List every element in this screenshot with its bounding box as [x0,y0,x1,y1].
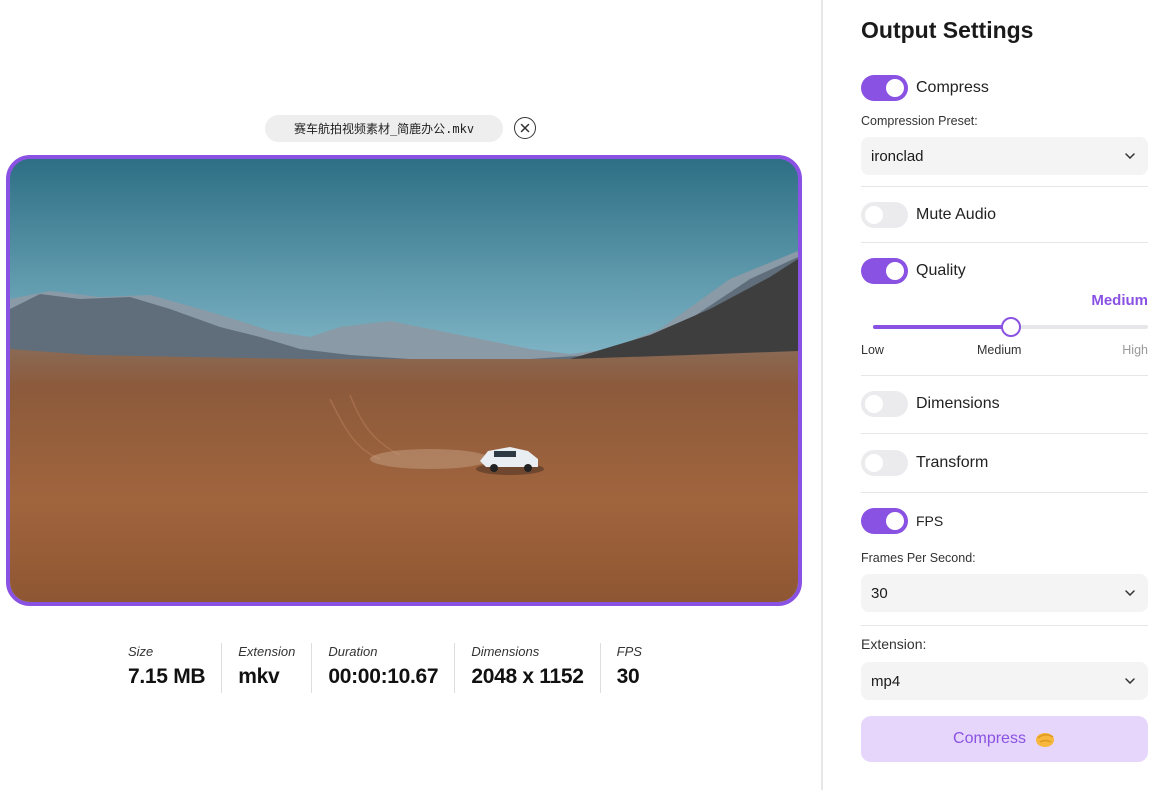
stat-value: 30 [616,665,640,688]
toggle-knob [865,206,883,224]
quality-value: Medium [1091,292,1148,309]
dimensions-toggle[interactable]: Dimensions [861,391,1000,417]
output-settings-panel: Output Settings Compress Compression Pre… [843,0,1161,790]
compress-toggle[interactable]: Compress [861,75,989,101]
tick-high: High [1122,343,1148,357]
toggle-switch[interactable] [861,508,908,534]
preview-area: 赛车航拍视频素材_简鹿办公.mkv Size 7.15 MB Extension… [0,0,820,790]
stat-value: mkv [238,665,280,688]
select-value: mp4 [871,672,901,690]
divider [861,492,1148,493]
toggle-switch[interactable] [861,450,908,476]
divider [861,375,1148,376]
select-value: ironclad [871,147,924,165]
frames-per-second-label: Frames Per Second: [861,551,976,565]
slider-fill [873,325,1011,329]
stat-dimensions: Dimensions 2048 x 1152 [454,643,599,693]
compress-button[interactable]: Compress [861,716,1148,762]
slider-thumb[interactable] [1001,317,1021,337]
file-stats: Size 7.15 MB Extension mkv Duration 00:0… [112,643,658,693]
fps-toggle[interactable]: FPS [861,508,943,534]
stat-extension: Extension mkv [221,643,311,693]
quality-toggle[interactable]: Quality [861,258,966,284]
toggle-knob [865,454,883,472]
remove-file-button[interactable] [514,117,536,139]
extension-label: Extension: [861,636,927,652]
file-name-chip: 赛车航拍视频素材_简鹿办公.mkv [265,115,503,142]
panel-title: Output Settings [861,17,1034,43]
transform-toggle[interactable]: Transform [861,450,988,476]
video-preview[interactable] [6,155,802,606]
stat-label: Size [128,644,154,659]
toggle-switch[interactable] [861,75,908,101]
close-circle-icon [520,123,530,133]
extension-select[interactable]: mp4 [861,662,1148,700]
toggle-label: Quality [916,262,966,279]
chevron-down-icon [1124,150,1136,162]
select-value: 30 [871,584,888,602]
tick-low: Low [861,343,884,357]
video-thumbnail [10,159,798,602]
mute-audio-toggle[interactable]: Mute Audio [861,202,996,228]
toggle-label: Mute Audio [916,206,997,223]
divider [861,242,1148,243]
toggle-switch[interactable] [861,202,908,228]
toggle-knob [865,395,883,413]
toggle-label: Compress [916,79,989,96]
toggle-label: Transform [916,454,989,471]
compress-button-label: Compress [953,730,1026,747]
toggle-label: FPS [916,513,944,529]
compression-preset-label: Compression Preset: [861,114,978,128]
toggle-knob [886,262,904,280]
toggle-switch[interactable] [861,258,908,284]
stat-value: 7.15 MB [128,665,206,688]
file-name: 赛车航拍视频素材_简鹿办公.mkv [293,122,475,136]
compression-preset-select[interactable]: ironclad [861,137,1148,175]
stat-value: 2048 x 1152 [471,665,584,688]
stat-label: Duration [328,644,378,659]
stat-label: FPS [616,644,642,659]
pointing-hand-icon [1034,728,1056,750]
chevron-down-icon [1124,675,1136,687]
panel-divider [821,0,823,790]
toggle-knob [886,512,904,530]
quality-slider[interactable] [873,316,1148,338]
stat-size: Size 7.15 MB [112,643,221,693]
tick-medium: Medium [977,343,1022,357]
divider [861,433,1148,434]
toggle-knob [886,79,904,97]
chevron-down-icon [1124,587,1136,599]
stat-fps: FPS 30 [599,643,658,693]
divider [861,186,1148,187]
stat-duration: Duration 00:00:10.67 [311,643,454,693]
toggle-switch[interactable] [861,391,908,417]
stat-label: Dimensions [471,644,540,659]
stat-value: 00:00:10.67 [328,665,439,688]
divider [861,625,1148,626]
fps-select[interactable]: 30 [861,574,1148,612]
toggle-label: Dimensions [916,395,1000,412]
stat-label: Extension [238,644,296,659]
